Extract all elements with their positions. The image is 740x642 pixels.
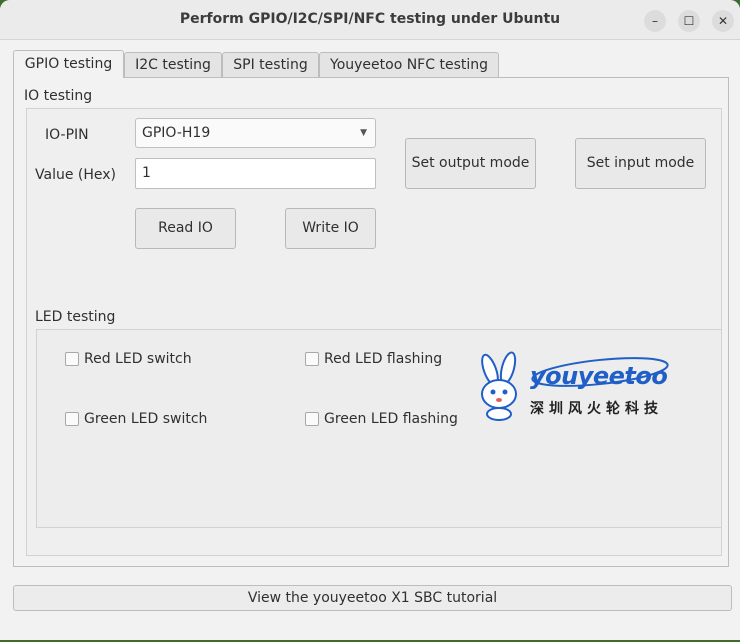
tab-nfc-testing[interactable]: Youyeetoo NFC testing (319, 52, 499, 77)
red-led-flashing-checkbox[interactable] (305, 352, 319, 366)
close-button[interactable]: ✕ (712, 10, 734, 32)
tab-spi-testing[interactable]: SPI testing (222, 52, 319, 77)
maximize-button[interactable]: ☐ (678, 10, 700, 32)
minimize-icon: – (652, 14, 658, 28)
io-pin-select[interactable]: GPIO-H19 ▼ (135, 118, 376, 148)
app-window: Perform GPIO/I2C/SPI/NFC testing under U… (0, 0, 740, 640)
close-icon: ✕ (717, 14, 729, 28)
tab-gpio-testing[interactable]: GPIO testing (13, 50, 124, 78)
red-led-flashing-label[interactable]: Red LED flashing (324, 351, 442, 367)
value-hex-label: Value (Hex) (35, 167, 116, 183)
minimize-button[interactable]: – (644, 10, 666, 32)
write-io-button[interactable]: Write IO (285, 208, 376, 249)
youyeetoo-logo: youyeetoo 深圳风火轮科技 (470, 350, 670, 422)
tab-i2c-testing[interactable]: I2C testing (124, 52, 222, 77)
red-led-switch-label[interactable]: Red LED switch (84, 351, 192, 367)
title-bar[interactable]: Perform GPIO/I2C/SPI/NFC testing under U… (0, 0, 740, 40)
io-section-title: IO testing (24, 88, 93, 104)
io-pin-label: IO-PIN (45, 127, 89, 143)
gpio-tab-panel: IO testing IO-PIN GPIO-H19 ▼ Value (Hex)… (13, 77, 729, 567)
io-pin-selected-value: GPIO-H19 (142, 125, 211, 141)
led-section-title: LED testing (35, 309, 116, 325)
io-group: IO-PIN GPIO-H19 ▼ Value (Hex) 1 Read IO … (26, 108, 722, 556)
set-output-mode-button[interactable]: Set output mode (405, 138, 536, 189)
green-led-flashing-checkbox[interactable] (305, 412, 319, 426)
logo-chinese-text: 深圳风火轮科技 (530, 401, 663, 417)
read-io-button[interactable]: Read IO (135, 208, 236, 249)
maximize-icon: ☐ (683, 14, 695, 28)
window-title: Perform GPIO/I2C/SPI/NFC testing under U… (179, 11, 561, 27)
value-hex-input[interactable]: 1 (135, 158, 376, 189)
red-led-switch-checkbox[interactable] (65, 352, 79, 366)
rabbit-mascot-icon (481, 351, 517, 421)
logo-wordmark: youyeetoo (530, 362, 668, 390)
green-led-switch-checkbox[interactable] (65, 412, 79, 426)
set-input-mode-button[interactable]: Set input mode (575, 138, 706, 189)
green-led-flashing-label[interactable]: Green LED flashing (324, 411, 458, 427)
view-tutorial-button[interactable]: View the youyeetoo X1 SBC tutorial (13, 585, 732, 611)
chevron-down-icon: ▼ (360, 128, 367, 138)
green-led-switch-label[interactable]: Green LED switch (84, 411, 207, 427)
